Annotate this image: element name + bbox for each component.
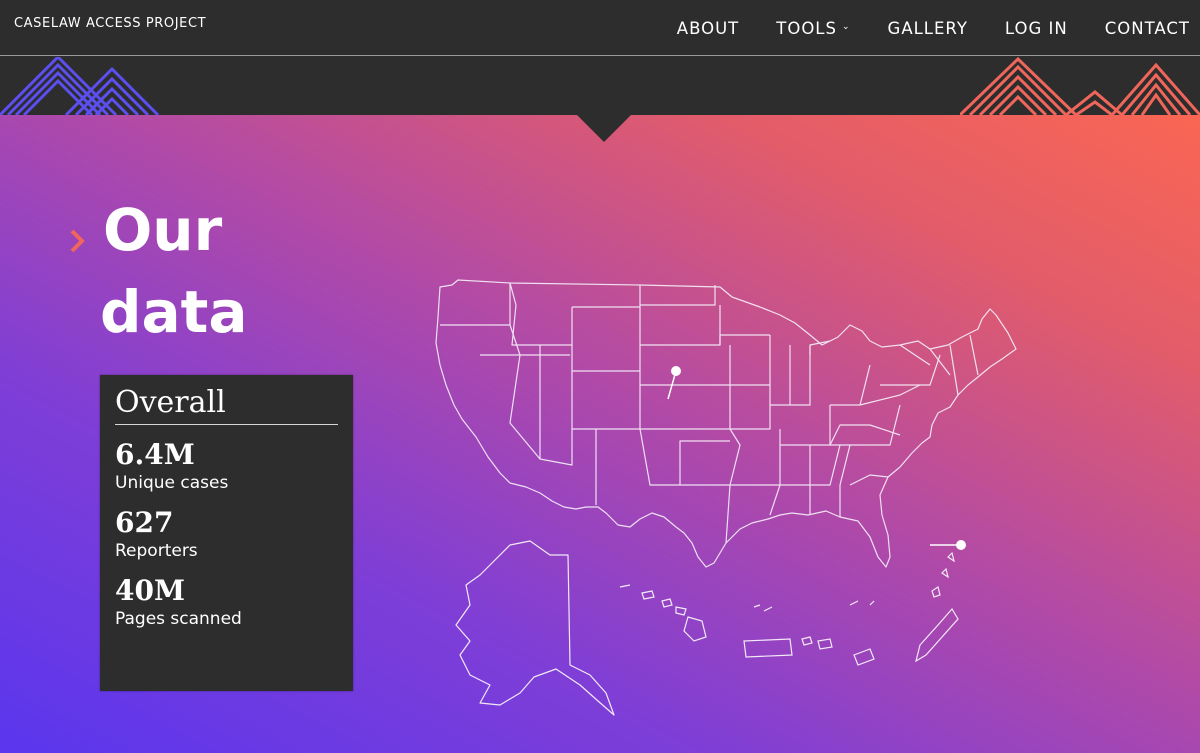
nav-login[interactable]: LOG IN (1005, 19, 1068, 38)
stat-label: Reporters (115, 541, 198, 561)
map-markers (667, 366, 966, 550)
us-map[interactable] (430, 245, 1030, 719)
stat-value: 40M (115, 574, 185, 607)
header-notch (576, 114, 632, 142)
nav-login-label: LOG IN (1004, 18, 1068, 38)
stat-label: Pages scanned (115, 609, 242, 629)
top-navbar: CASELAW ACCESS PROJECT ABOUT TOOLS ⌄ GALL… (0, 0, 1200, 56)
nav-tools[interactable]: TOOLS ⌄ (776, 19, 850, 38)
hero-section: Our data Overall 6.4M Unique cases 627 R… (0, 115, 1200, 753)
nav-gallery[interactable]: GALLERY (888, 19, 968, 38)
main-menu: ABOUT TOOLS ⌄ GALLERY LOG IN CONTACT (677, 0, 1200, 56)
stat-label: Unique cases (115, 473, 229, 493)
stat-value: 6.4M (115, 438, 195, 471)
chevron-right-icon (70, 229, 85, 253)
brand-logo[interactable]: CASELAW ACCESS PROJECT (14, 16, 206, 31)
stat-unique-cases: 6.4M Unique cases (115, 438, 338, 494)
nav-contact[interactable]: CONTACT (1105, 19, 1190, 38)
page-title-line1: Our (103, 196, 223, 264)
stat-value: 627 (115, 506, 174, 539)
stats-heading: Overall (115, 385, 338, 425)
page-title-line2: data (100, 278, 248, 346)
stats-panel: Overall 6.4M Unique cases 627 Reporters … (100, 375, 353, 691)
mountains-left-decoration (0, 57, 160, 115)
mountains-right-decoration (960, 57, 1200, 115)
marker-north[interactable] (671, 366, 681, 376)
page-title: Our data (100, 196, 248, 346)
nav-about-label: ABOUT (676, 18, 740, 38)
stat-pages-scanned: 40M Pages scanned (115, 574, 338, 630)
us-map-icon (435, 279, 1017, 716)
nav-about[interactable]: ABOUT (677, 19, 739, 38)
nav-gallery-label: GALLERY (887, 18, 968, 38)
marker-east[interactable] (956, 540, 966, 550)
nav-tools-label: TOOLS (776, 18, 837, 38)
chevron-down-icon: ⌄ (841, 22, 851, 32)
stat-reporters: 627 Reporters (115, 506, 338, 562)
nav-contact-label: CONTACT (1104, 18, 1190, 38)
